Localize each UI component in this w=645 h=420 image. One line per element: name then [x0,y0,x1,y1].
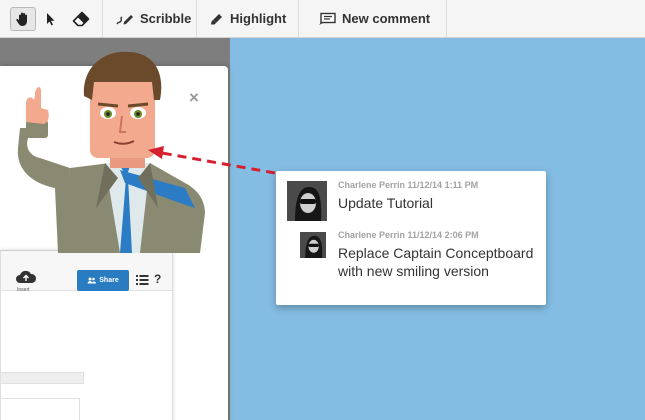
comment-meta: Charlene Perrin 11/12/14 2:06 PM [338,230,479,240]
toolbar: Scribble Highlight New comment [0,0,645,38]
comment-bubble-icon [319,12,336,25]
preview-share-button: Share [77,270,129,291]
user-photo-icon [287,181,327,221]
toolbar-divider [196,0,197,37]
user-photo-icon [300,232,326,258]
eraser-tool-button[interactable] [70,0,92,37]
preview-share-label: Share [99,277,119,284]
comment-thread-card[interactable]: Charlene Perrin 11/12/14 1:11 PM Update … [276,171,546,305]
list-icon [136,275,149,285]
scribble-pen-icon [116,14,133,24]
comment-text: Replace Captain Conceptboard with new sm… [338,245,534,279]
preview-help-icon: ? [154,272,162,286]
users-icon [87,277,97,284]
new-comment-button[interactable]: New comment [318,0,430,37]
highlight-tool-button[interactable]: Highlight [210,0,286,37]
scribble-tool-button[interactable]: Scribble [116,0,191,37]
comment-connector-arrow [148,146,276,175]
eraser-icon [72,11,90,26]
cursor-arrow-icon [47,12,55,25]
highlight-label: Highlight [230,11,287,26]
toolbar-divider [298,0,299,37]
scribble-label: Scribble [140,11,192,26]
cloud-upload-icon [16,270,37,283]
select-tool-button[interactable] [44,0,58,37]
toolbar-divider [446,0,447,37]
comment-meta: Charlene Perrin 11/12/14 1:11 PM [338,180,479,190]
preview-placeholder-box [0,398,80,420]
hand-icon [16,12,27,26]
avatar [300,232,326,258]
toolbar-divider [102,0,103,37]
preview-insert-label: Insert [17,287,30,293]
highlighter-icon [211,13,222,24]
new-comment-label: New comment [342,11,431,26]
preview-placeholder-bar [0,372,84,384]
comment-text: Update Tutorial [338,195,433,211]
avatar [287,181,327,221]
pan-tool-button[interactable] [10,7,36,31]
